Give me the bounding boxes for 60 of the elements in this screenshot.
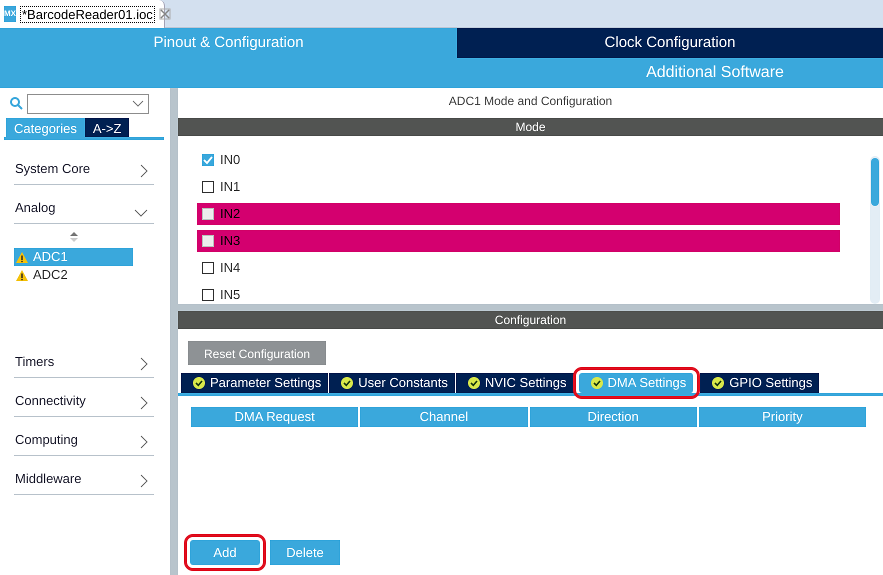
check-circle-icon — [712, 377, 724, 389]
peripheral-item[interactable]: ADC2 — [14, 266, 133, 284]
checkbox[interactable] — [202, 180, 214, 192]
category-label: Timers — [15, 352, 54, 370]
search-dropdown[interactable] — [27, 94, 149, 114]
check-circle-icon — [590, 377, 603, 389]
category-item[interactable]: Computing — [14, 417, 154, 456]
view-tab[interactable]: A->Z — [84, 118, 130, 137]
check-circle-icon — [468, 377, 480, 389]
category-label: System Core — [15, 160, 90, 178]
channel-label: IN0 — [220, 150, 240, 169]
checkbox[interactable] — [202, 234, 214, 246]
category-label: Analog — [15, 198, 56, 217]
check-circle-icon — [341, 377, 354, 389]
settings-tab[interactable]: User Constants — [329, 373, 456, 393]
channel-label: IN3 — [220, 232, 240, 250]
category-label: Middleware — [15, 470, 82, 488]
sort-icon[interactable] — [70, 232, 78, 242]
category-item[interactable]: Middleware — [14, 456, 154, 495]
panel-title: ADC1 Mode and Configuration — [178, 88, 883, 115]
settings-tab[interactable]: Parameter Settings — [181, 373, 330, 393]
caret-icon[interactable] — [132, 100, 144, 108]
column-header: Direction — [530, 407, 697, 427]
category-item[interactable]: Analog — [14, 185, 154, 224]
channel-label: IN4 — [220, 258, 240, 277]
checkbox[interactable] — [202, 288, 214, 300]
expand-chevron-icon[interactable] — [140, 474, 148, 488]
main-tab[interactable]: Clock Configuration — [457, 28, 883, 58]
file-tab[interactable]: *BarcodeReader01.ioc — [20, 6, 155, 23]
close-icon[interactable] — [158, 8, 171, 20]
app-logo: MX — [4, 6, 16, 22]
column-header: DMA Request — [191, 407, 358, 427]
checkbox[interactable] — [202, 262, 214, 274]
expand-chevron-icon[interactable] — [140, 396, 148, 410]
settings-tab[interactable]: GPIO Settings — [700, 373, 820, 393]
check-circle-icon — [193, 377, 205, 389]
conflict-row[interactable]: IN2 — [197, 202, 840, 224]
checkbox[interactable] — [202, 154, 214, 166]
scrollbar-thumb[interactable] — [871, 158, 879, 206]
column-header: Channel — [360, 407, 528, 427]
category-item[interactable]: Timers — [14, 339, 154, 378]
channel-label: IN2 — [220, 204, 240, 223]
category-label: Computing — [15, 430, 78, 449]
category-item[interactable]: System Core — [14, 146, 154, 185]
search-icon — [10, 97, 23, 110]
expand-chevron-icon[interactable] — [140, 435, 148, 449]
channel-label: IN5 — [220, 286, 240, 304]
section-header: Mode — [178, 118, 883, 136]
column-header: Priority — [698, 407, 866, 427]
collapse-chevron-icon[interactable] — [134, 209, 148, 217]
section-header: Configuration — [178, 311, 883, 329]
expand-chevron-icon[interactable] — [140, 164, 148, 178]
expand-chevron-icon[interactable] — [140, 357, 148, 371]
channel-label: IN1 — [220, 178, 240, 196]
checkbox[interactable] — [202, 208, 214, 220]
category-item[interactable]: Connectivity — [14, 378, 154, 417]
category-label: Connectivity — [15, 392, 86, 410]
check-icon — [202, 154, 214, 166]
settings-tab[interactable]: NVIC Settings — [456, 373, 575, 393]
conflict-row[interactable]: IN3 — [197, 230, 840, 252]
